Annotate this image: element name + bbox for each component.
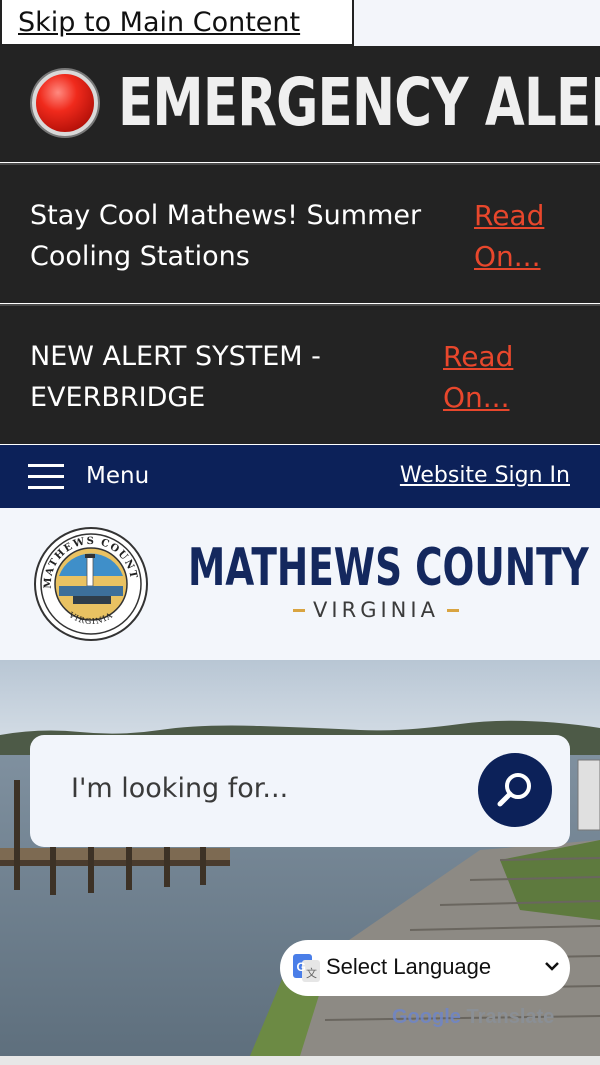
google-translate-icon: G 文 [293,954,320,982]
waterfront-dock-photo [0,660,600,1056]
powered-by-google-translate[interactable]: Google Translate [392,1006,554,1029]
skip-to-main-link[interactable]: Skip to Main Content [0,0,354,46]
alert-siren-icon [32,70,98,136]
alert-item: Stay Cool Mathews! Summer Cooling Statio… [0,163,600,303]
google-logo-text: Google [392,1006,461,1028]
search-input[interactable]: I'm looking for... [71,773,288,804]
website-sign-in-link[interactable]: Website Sign In [400,463,570,488]
svg-text:G: G [297,960,306,974]
translate-text: Translate [466,1006,555,1028]
search-button[interactable] [478,753,552,827]
language-select-label: Select Language [326,954,492,979]
emergency-alert-header: EMERGENCY ALERT [0,46,600,162]
search-icon [497,773,531,807]
site-header: MATHEWS COUNTY VIRGINIA MATHEWS COUNTY V… [0,508,600,660]
alert-item: NEW ALERT SYSTEM - EVERBRIDGE Read On... [0,304,600,444]
county-name[interactable]: MATHEWS COUNTY [188,538,589,598]
emergency-alert-title: EMERGENCY ALERT [118,64,600,141]
hero-image [0,660,600,1056]
alert-text: Stay Cool Mathews! Summer Cooling Statio… [30,200,422,272]
county-seal-logo[interactable]: MATHEWS COUNTY VIRGINIA [33,526,149,642]
read-on-link[interactable]: Read On... [474,195,574,277]
svg-text:文: 文 [306,966,317,980]
state-subtitle-text: VIRGINIA [313,598,439,622]
read-on-link[interactable]: Read On... [443,336,543,418]
menu-icon[interactable] [28,464,64,490]
menu-button[interactable]: Menu [86,463,149,489]
site-search: I'm looking for... [30,735,570,847]
chevron-down-icon [545,962,559,971]
top-nav-bar: Menu Website Sign In [0,445,600,508]
language-select[interactable]: G 文 Select Language [280,940,570,996]
divider [293,608,306,612]
divider [446,608,459,612]
state-subtitle: VIRGINIA [272,596,480,624]
page-divider [0,1056,600,1065]
alert-text: NEW ALERT SYSTEM - EVERBRIDGE [30,341,321,413]
